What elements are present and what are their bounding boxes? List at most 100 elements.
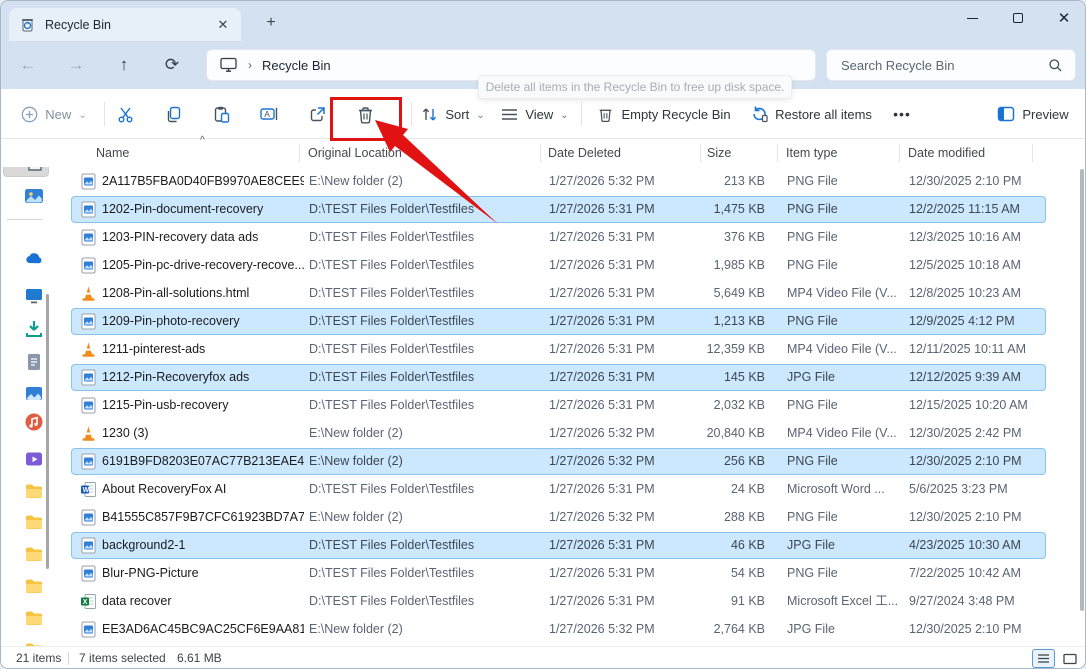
view-button[interactable]: View ⌄ — [497, 97, 573, 131]
file-row[interactable]: Xdata recoverD:\TEST Files Folder\Testfi… — [71, 588, 1046, 615]
tab-close-icon[interactable]: ✕ — [213, 15, 233, 35]
search-input[interactable]: Search Recycle Bin — [841, 58, 1048, 73]
sidebar-item-folder[interactable] — [3, 571, 49, 601]
rename-button[interactable]: A — [251, 97, 287, 131]
sidebar-item-videos[interactable] — [3, 444, 49, 474]
file-name[interactable]: 1209-Pin-photo-recovery — [102, 309, 304, 334]
file-row[interactable]: 1208-Pin-all-solutions.htmlD:\TEST Files… — [71, 280, 1046, 307]
column-divider[interactable] — [299, 144, 300, 162]
search-box[interactable]: Search Recycle Bin — [826, 49, 1076, 81]
minimize-icon — [967, 18, 978, 19]
file-row[interactable]: 1215-Pin-usb-recoveryD:\TEST Files Folde… — [71, 392, 1046, 419]
file-name[interactable]: 1215-Pin-usb-recovery — [102, 393, 304, 418]
more-options-button[interactable]: ••• — [885, 97, 919, 131]
column-divider[interactable] — [1032, 144, 1033, 162]
minimize-button[interactable] — [949, 1, 995, 35]
share-button[interactable] — [299, 97, 335, 131]
sidebar-item-downloads[interactable] — [3, 314, 49, 344]
back-button[interactable]: ← — [11, 49, 45, 81]
file-name[interactable]: data recover — [102, 589, 304, 614]
file-name[interactable]: 6191B9FD8203E07AC77B213EAE40... — [102, 449, 304, 474]
file-row[interactable]: 6191B9FD8203E07AC77B213EAE40...E:\New fo… — [71, 448, 1046, 475]
column-header-date-deleted[interactable]: Date Deleted — [548, 139, 621, 167]
sidebar-item-pictures[interactable] — [3, 379, 49, 409]
file-name[interactable]: 1202-Pin-document-recovery — [102, 197, 304, 222]
sidebar-item-folder[interactable] — [3, 603, 49, 633]
toolbar-divider — [411, 102, 412, 126]
vlc-media-file-icon — [80, 341, 97, 358]
file-date-modified: 12/12/2025 9:39 AM — [909, 365, 1041, 390]
column-header-item-type[interactable]: Item type — [786, 139, 837, 167]
maximize-button[interactable] — [995, 1, 1041, 35]
file-row[interactable]: 1211-pinterest-adsD:\TEST Files Folder\T… — [71, 336, 1046, 363]
file-row[interactable]: 2A117B5FBA0D40FB9970AE8CEE93...E:\New fo… — [71, 168, 1046, 195]
sidebar-item-folder[interactable] — [3, 635, 49, 646]
sidebar-item-onedrive[interactable] — [3, 244, 49, 274]
sidebar-item-folder[interactable] — [3, 507, 49, 537]
column-header-name[interactable]: Name — [96, 139, 129, 167]
sidebar-scrollbar[interactable] — [46, 294, 49, 569]
paste-button[interactable] — [203, 97, 239, 131]
tab-recycle-bin[interactable]: Recycle Bin ✕ — [9, 8, 241, 41]
sidebar-item-gallery[interactable] — [3, 181, 49, 211]
cut-button[interactable] — [107, 97, 143, 131]
column-divider[interactable] — [899, 144, 900, 162]
videos-icon — [23, 448, 45, 470]
breadcrumb[interactable]: Recycle Bin — [262, 58, 331, 73]
file-row[interactable]: 1202-Pin-document-recoveryD:\TEST Files … — [71, 196, 1046, 223]
empty-recycle-bin-button[interactable]: Empty Recycle Bin — [591, 97, 737, 131]
file-row[interactable]: WAbout RecoveryFox AID:\TEST Files Folde… — [71, 476, 1046, 503]
file-name[interactable]: About RecoveryFox AI — [102, 477, 304, 502]
column-header-date-modified[interactable]: Date modified — [908, 139, 985, 167]
close-button[interactable]: ✕ — [1041, 1, 1086, 35]
column-divider[interactable] — [700, 144, 701, 162]
sidebar-item-documents[interactable] — [3, 347, 49, 377]
column-divider[interactable] — [777, 144, 778, 162]
file-name[interactable]: 1212-Pin-Recoveryfox ads — [102, 365, 304, 390]
file-name[interactable]: 1208-Pin-all-solutions.html — [102, 281, 304, 306]
file-name[interactable]: 1211-pinterest-ads — [102, 337, 304, 362]
gallery-icon — [23, 185, 45, 207]
new-button[interactable]: New ⌄ — [15, 97, 93, 131]
folder-icon — [23, 639, 45, 646]
column-header-size[interactable]: Size — [707, 139, 731, 167]
forward-button[interactable]: → — [59, 49, 93, 81]
sidebar-item-folder[interactable] — [3, 476, 49, 506]
file-date-modified: 12/30/2025 2:10 PM — [909, 449, 1041, 474]
sidebar-item-desktop[interactable] — [3, 281, 49, 311]
sidebar-item-folder[interactable] — [3, 539, 49, 569]
file-row[interactable]: 1205-Pin-pc-drive-recovery-recove...D:\T… — [71, 252, 1046, 279]
file-name[interactable]: background2-1 — [102, 533, 304, 558]
file-name[interactable]: 2A117B5FBA0D40FB9970AE8CEE93... — [102, 169, 304, 194]
delete-button[interactable] — [347, 97, 383, 131]
file-name[interactable]: 1203-PIN-recovery data ads — [102, 225, 304, 250]
sort-label: Sort — [445, 107, 469, 122]
details-view-button[interactable] — [1032, 649, 1055, 668]
file-row[interactable]: B41555C857F9B7CFC61923BD7A78...E:\New fo… — [71, 504, 1046, 531]
file-row[interactable]: 1209-Pin-photo-recoveryD:\TEST Files Fol… — [71, 308, 1046, 335]
file-row[interactable]: 1203-PIN-recovery data adsD:\TEST Files … — [71, 224, 1046, 251]
file-row[interactable]: 1230 (3)E:\New folder (2)1/27/2026 5:32 … — [71, 420, 1046, 447]
file-row[interactable]: background2-1D:\TEST Files Folder\Testfi… — [71, 532, 1046, 559]
file-name[interactable]: Blur-PNG-Picture — [102, 561, 304, 586]
new-tab-button[interactable]: + — [257, 10, 285, 36]
restore-all-items-button[interactable]: Restore all items — [743, 97, 879, 131]
file-row[interactable]: 1212-Pin-Recoveryfox adsD:\TEST Files Fo… — [71, 364, 1046, 391]
copy-button[interactable] — [155, 97, 191, 131]
sort-button[interactable]: Sort ⌄ — [417, 97, 489, 131]
preview-button[interactable]: Preview — [993, 97, 1073, 131]
file-name[interactable]: B41555C857F9B7CFC61923BD7A78... — [102, 505, 304, 530]
file-name[interactable]: 1230 (3) — [102, 421, 304, 446]
list-scrollbar[interactable] — [1080, 169, 1084, 611]
column-divider[interactable] — [540, 144, 541, 162]
file-name[interactable]: 1205-Pin-pc-drive-recovery-recove... — [102, 253, 304, 278]
file-name[interactable]: EE3AD6AC45BC9AC25CF6E9AA812... — [102, 617, 304, 642]
file-row[interactable]: Blur-PNG-PictureD:\TEST Files Folder\Tes… — [71, 560, 1046, 587]
refresh-button[interactable]: ⟳ — [155, 49, 189, 81]
up-button[interactable]: ↑ — [107, 49, 141, 81]
sidebar-item-music[interactable] — [3, 407, 49, 437]
file-row[interactable]: EE3AD6AC45BC9AC25CF6E9AA812...E:\New fol… — [71, 616, 1046, 643]
large-icons-view-button[interactable] — [1058, 649, 1081, 668]
column-header-original-location[interactable]: Original Location — [308, 139, 402, 167]
file-item-type: PNG File — [787, 505, 899, 530]
